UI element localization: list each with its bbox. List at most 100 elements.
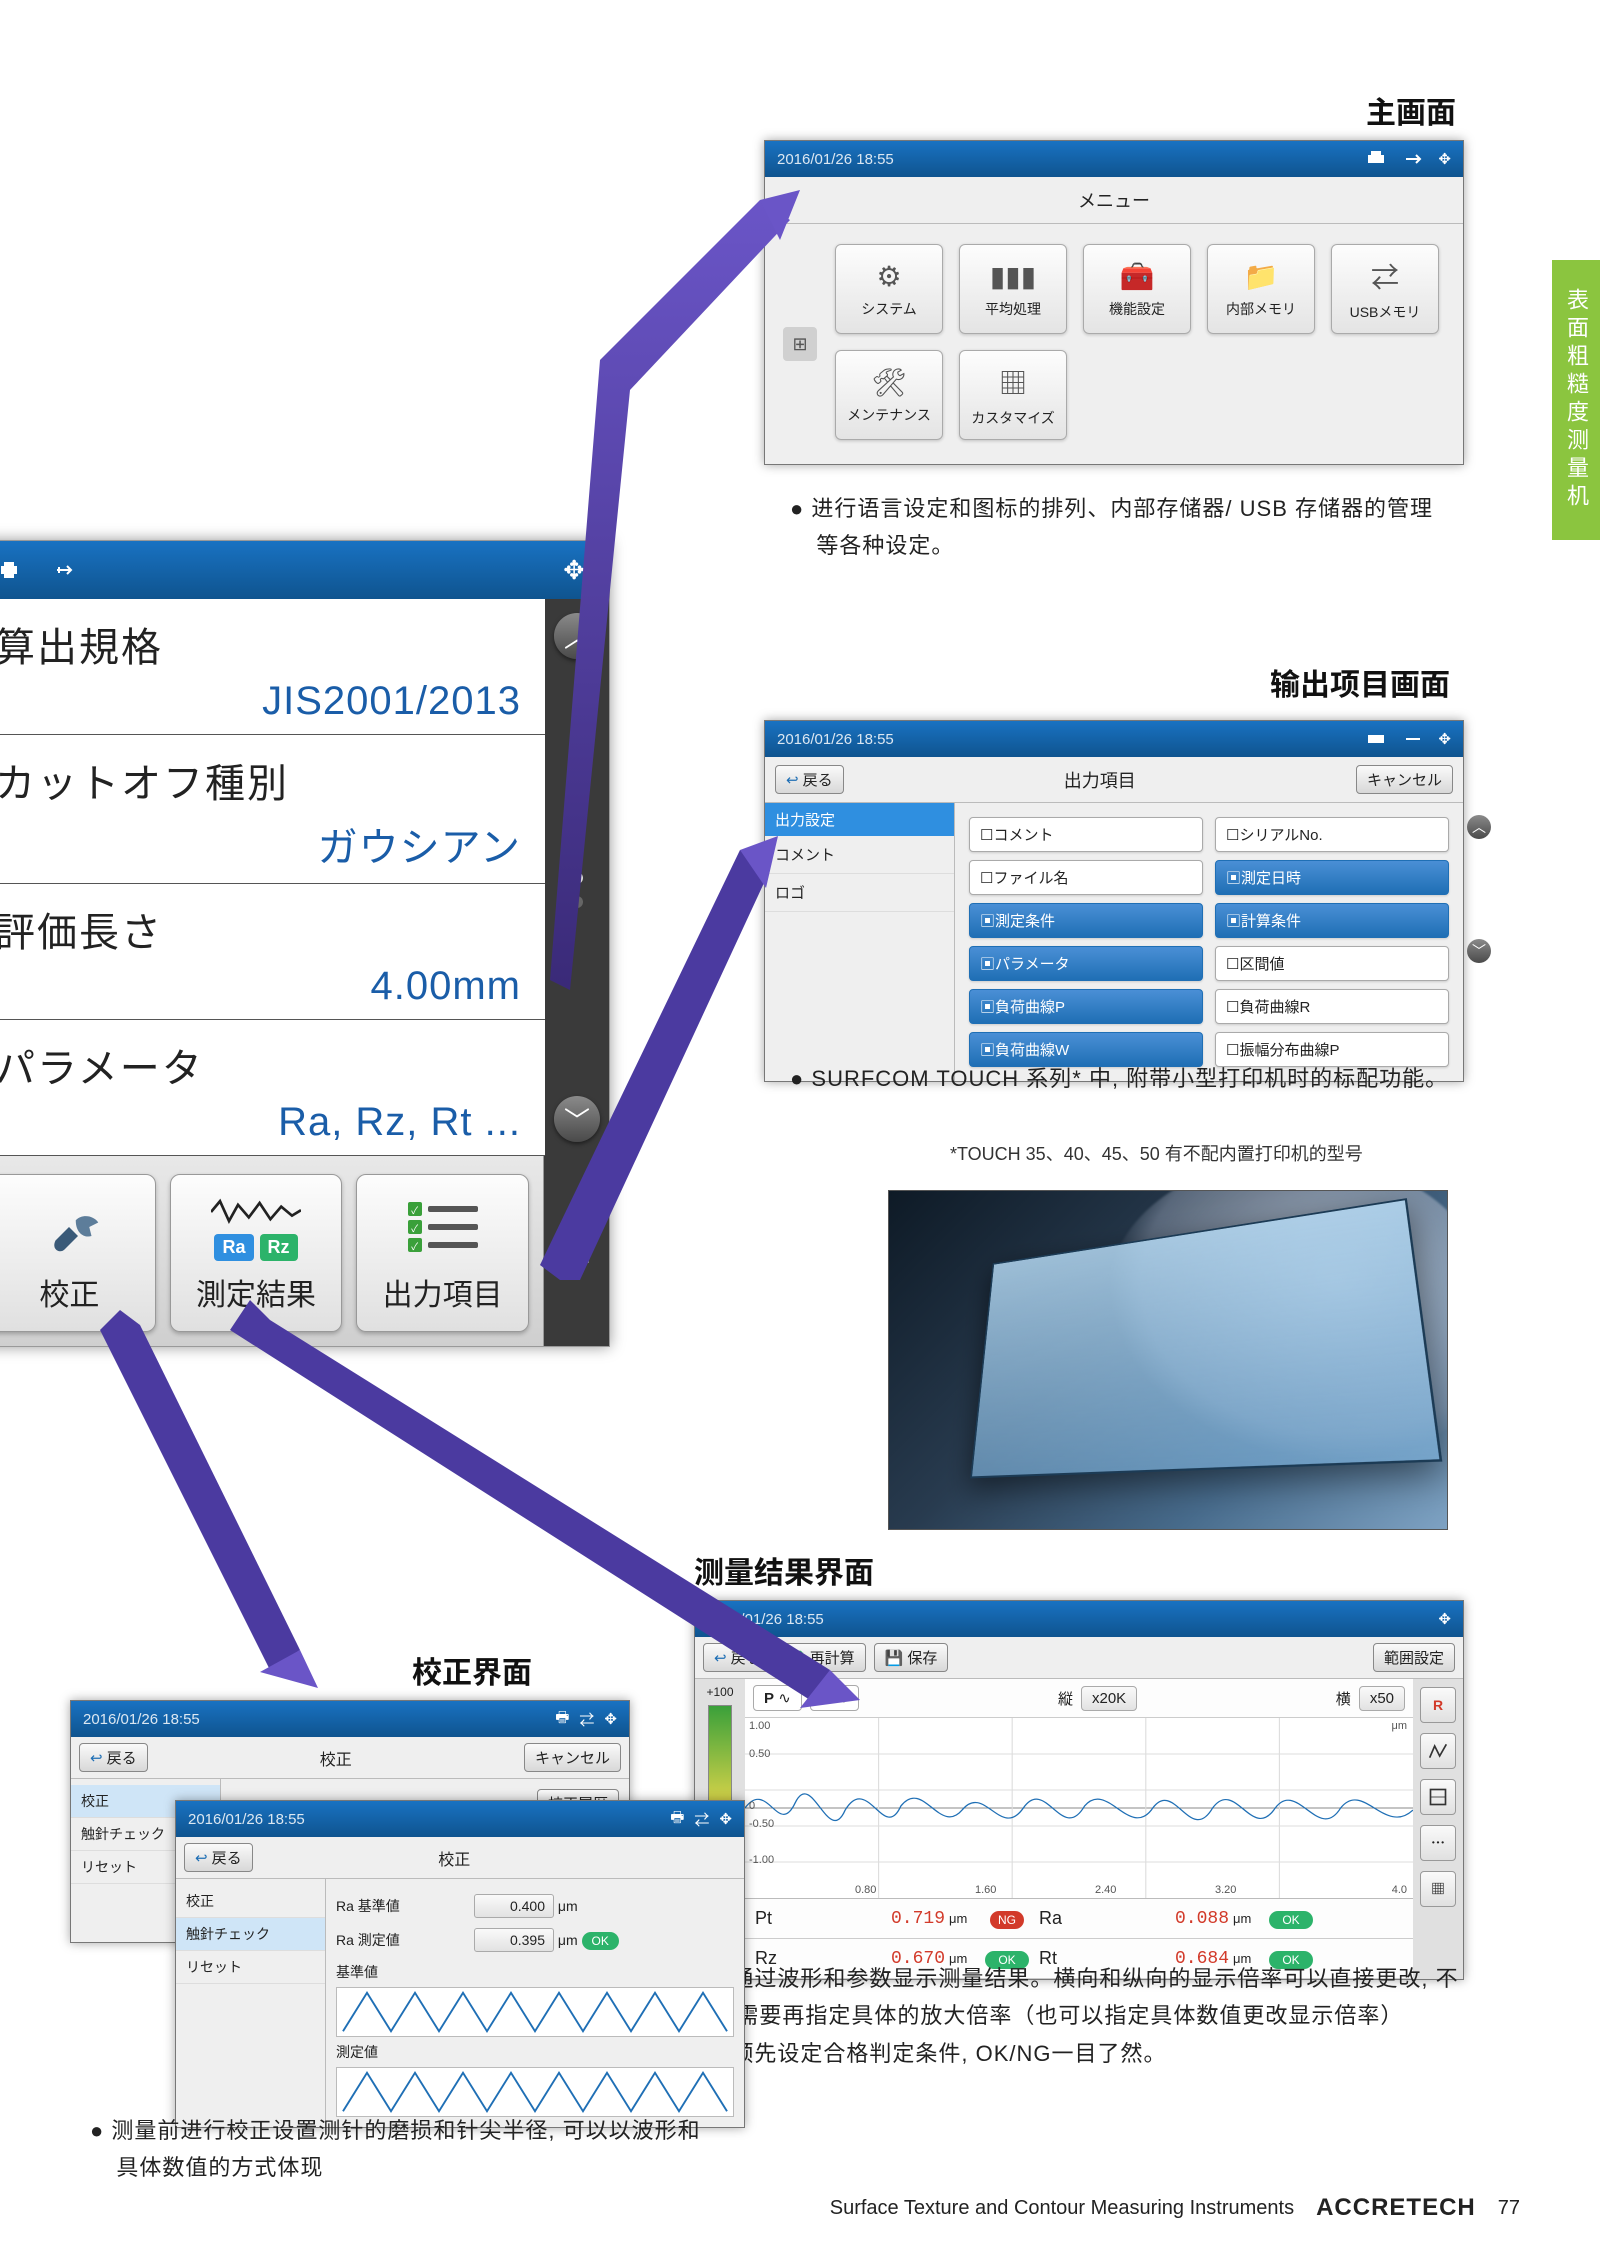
- param-row-length[interactable]: 評価長さ 4.00mm: [0, 884, 545, 1020]
- grid-menu-button[interactable]: [543, 1156, 609, 1346]
- tile-maintenance[interactable]: 🛠メンテナンス: [835, 350, 943, 440]
- back-button[interactable]: ↩戻る: [703, 1643, 772, 1672]
- meas-header: ↩戻る ♻再計算 💾保存 範囲設定: [695, 1637, 1463, 1679]
- checkbox-on-icon: ▣: [980, 1039, 995, 1060]
- usb-icon[interactable]: ⇄: [694, 1809, 709, 1830]
- calib-left-item[interactable]: 校正: [176, 1885, 325, 1918]
- output-chip[interactable]: ▣ 測定日時: [1215, 860, 1449, 895]
- move-icon[interactable]: ✥: [604, 1710, 617, 1728]
- tile-usb-memory[interactable]: ⇄USBメモリ: [1331, 244, 1439, 334]
- param-row-standard[interactable]: 算出規格 JIS2001/2013: [0, 599, 545, 735]
- output-chip[interactable]: ☐ 区間値: [1215, 946, 1449, 981]
- param-row-cutoff[interactable]: カットオフ種別 ガウシアン: [0, 735, 545, 884]
- ra-meas-value[interactable]: 0.395: [474, 1928, 554, 1952]
- zoom-v-button[interactable]: x20K: [1081, 1686, 1137, 1711]
- wave-label-row: 基準値: [336, 1957, 734, 1987]
- tab-p[interactable]: P ∿: [753, 1685, 802, 1711]
- folder-icon: 📁: [1244, 260, 1279, 293]
- output-items-button[interactable]: ✓ ✓ ✓ 出力項目: [356, 1174, 529, 1332]
- usb-icon[interactable]: ⇄: [579, 1709, 594, 1730]
- scroll-down-button[interactable]: ﹀: [554, 1096, 600, 1142]
- output-chip[interactable]: ▣ 計算条件: [1215, 903, 1449, 938]
- more-button[interactable]: ⋯: [1420, 1825, 1456, 1861]
- checkbox-on-icon: ▣: [980, 996, 995, 1017]
- output-chip[interactable]: ☐ シリアルNo.: [1215, 817, 1449, 852]
- back-button[interactable]: ↩戻る: [79, 1743, 148, 1772]
- back-arrow-icon: ↩: [786, 771, 799, 789]
- bullet-text: 通过波形和参数显示测量结果。横向和纵向的显示倍率可以直接更改, 不需要再指定具体…: [710, 1960, 1460, 2035]
- gauge-top-label: +100: [706, 1685, 733, 1699]
- scroll-up-button[interactable]: ︿: [1467, 815, 1491, 839]
- tile-average[interactable]: ▮▮▮平均処理: [959, 244, 1067, 334]
- output-chip[interactable]: ▣ 測定条件: [969, 903, 1203, 938]
- kv-key: Ra 測定値: [336, 1930, 466, 1950]
- move-icon[interactable]: ✥: [1438, 730, 1451, 748]
- measurement-result-window: 2016/01/26 18:55 ✥ ↩戻る ♻再計算 💾保存 範囲設定 +10…: [694, 1600, 1464, 1980]
- grid-toggle-icon[interactable]: ⊞: [783, 327, 817, 361]
- print-icon[interactable]: 🖶: [555, 1707, 569, 1732]
- output-right-grid: ☐ コメント ☐ シリアルNo. ☐ ファイル名 ▣ 測定日時 ▣ 測定条件 ▣ 計算条件…: [955, 803, 1463, 1081]
- print-icon[interactable]: [1362, 147, 1390, 171]
- ra-ref-value[interactable]: 0.400: [474, 1894, 554, 1918]
- bullet-text: 测量前进行校正设置测针的磨损和针尖半径, 可以以波形和具体数值的方式体现: [90, 2112, 710, 2187]
- cancel-button[interactable]: キャンセル: [524, 1743, 621, 1772]
- range-set-button[interactable]: 範囲設定: [1373, 1643, 1455, 1672]
- wave-icon: ∿: [836, 1690, 849, 1707]
- output-chip-label: シリアルNo.: [1239, 824, 1322, 845]
- wrench-icon: 🛠: [871, 366, 907, 399]
- print-icon[interactable]: 🖶: [670, 1807, 684, 1832]
- wave-icon: ∿: [778, 1690, 791, 1707]
- calib-header: ↩戻る 校正: [176, 1837, 744, 1879]
- scroll-up-button[interactable]: ︿: [554, 613, 600, 659]
- page-dot: [571, 872, 583, 884]
- output-chip[interactable]: ☐ コメント: [969, 817, 1203, 852]
- zoom-button[interactable]: [1420, 1779, 1456, 1815]
- scroll-down-button[interactable]: ﹀: [1467, 939, 1491, 963]
- profile-mode-button[interactable]: [1420, 1733, 1456, 1769]
- bullet-text: SURFCOM TOUCH 系列* 中, 附带小型打印机时的标配功能。: [790, 1060, 1460, 1097]
- output-chip[interactable]: ▣ 負荷曲線P: [969, 989, 1203, 1024]
- waveform-display[interactable]: 1.00 0.50 0 -0.50 -1.00 μm 0.80 1.60 2.4…: [745, 1718, 1413, 1898]
- calib-left-item[interactable]: リセット: [176, 1951, 325, 1984]
- usb-icon[interactable]: [1400, 727, 1428, 751]
- move-icon[interactable]: ✥: [1438, 1610, 1451, 1628]
- grid-button[interactable]: ▦: [1420, 1871, 1456, 1907]
- output-left-item[interactable]: コメント: [765, 836, 954, 874]
- main-screen-bullet: 进行语言设定和图标的排列、内部存储器/ USB 存储器的管理等各种设定。: [790, 490, 1450, 565]
- calib-right: Ra 基準値0.400 μm Ra 測定値0.395 μm OK 基準値 測定値: [326, 1879, 744, 2127]
- back-button[interactable]: ↩戻る: [775, 765, 844, 794]
- tile-system[interactable]: ⚙システム: [835, 244, 943, 334]
- cancel-button[interactable]: キャンセル: [1356, 765, 1453, 794]
- print-icon[interactable]: [0, 558, 23, 582]
- param-row-parameter[interactable]: パラメータ Ra, Rz, Rt ...: [0, 1020, 545, 1156]
- output-chip[interactable]: ▣ パラメータ: [969, 946, 1203, 981]
- measurement-result-label: 測定結果: [196, 1270, 316, 1314]
- output-chip[interactable]: ☐ ファイル名: [969, 860, 1203, 895]
- tab-r[interactable]: R ∿: [810, 1685, 860, 1711]
- calibration-button[interactable]: 校正: [0, 1174, 156, 1332]
- print-icon[interactable]: [1362, 727, 1390, 751]
- move-icon[interactable]: ✥: [1438, 150, 1451, 168]
- output-left-item[interactable]: ロゴ: [765, 874, 954, 912]
- usb-icon[interactable]: [51, 558, 79, 582]
- save-icon: 💾: [885, 1649, 904, 1667]
- usb-icon[interactable]: [1400, 147, 1428, 171]
- tile-internal-memory[interactable]: 📁内部メモリ: [1207, 244, 1315, 334]
- tile-function[interactable]: 🧰機能設定: [1083, 244, 1191, 334]
- xtick: 3.20: [1215, 1884, 1236, 1896]
- tile-customize[interactable]: ▦カスタマイズ: [959, 350, 1067, 440]
- move-icon[interactable]: ✥: [719, 1810, 732, 1828]
- output-chip[interactable]: ☐ 負荷曲線R: [1215, 989, 1449, 1024]
- move-icon[interactable]: ✥: [563, 555, 585, 586]
- ytick: -1.00: [749, 1854, 774, 1866]
- recalc-button[interactable]: ♻再計算: [780, 1643, 866, 1672]
- back-button[interactable]: ↩戻る: [184, 1843, 253, 1872]
- usb-icon: ⇄: [1371, 256, 1399, 296]
- output-chip-label: 測定条件: [995, 910, 1055, 931]
- calib-left-item[interactable]: 触針チェック: [176, 1918, 325, 1951]
- save-button[interactable]: 💾保存: [874, 1643, 949, 1672]
- measurement-result-button[interactable]: Ra Rz 測定結果: [170, 1174, 343, 1332]
- zoom-h-button[interactable]: x50: [1359, 1686, 1405, 1711]
- result-name: Ra: [1029, 1908, 1089, 1929]
- r-profile-button[interactable]: R: [1420, 1687, 1456, 1723]
